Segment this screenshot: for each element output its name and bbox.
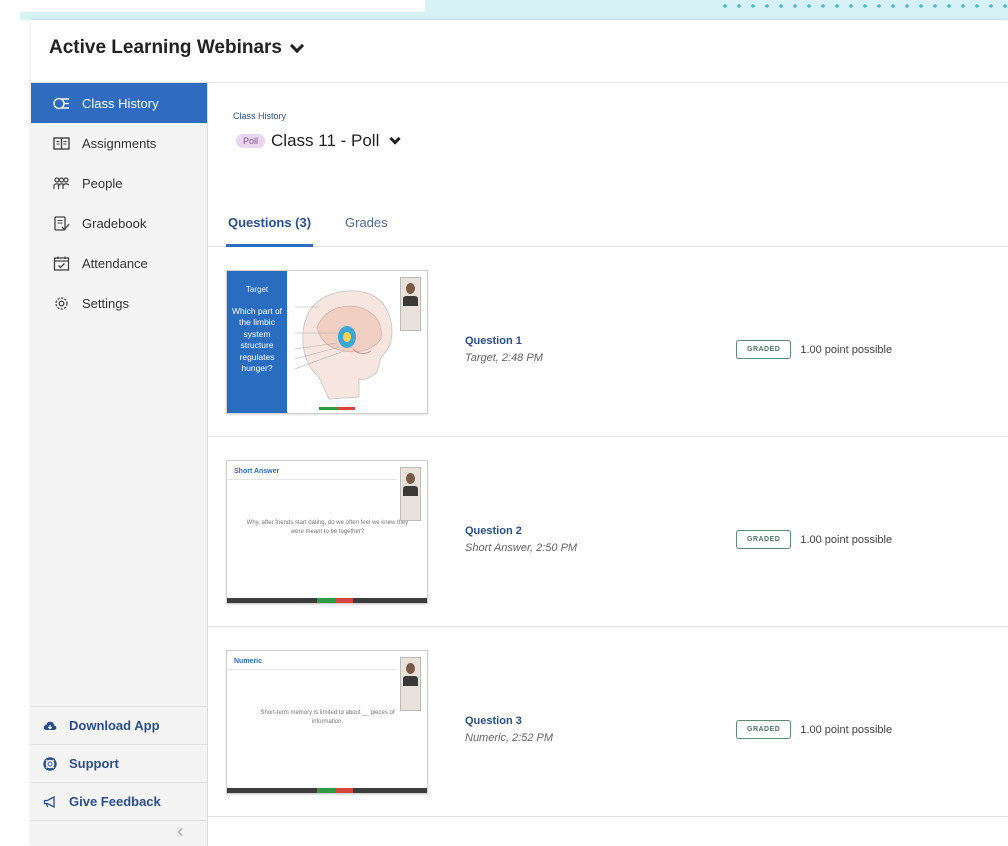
chevron-down-icon bbox=[389, 132, 402, 145]
megaphone-icon bbox=[43, 795, 55, 808]
tab-bar: Questions (3) Grades bbox=[208, 201, 1008, 247]
sidebar-item-label: Attendance bbox=[82, 255, 148, 271]
sidebar-item-label: Gradebook bbox=[82, 215, 147, 231]
presenter-video bbox=[400, 467, 421, 521]
chevron-down-icon bbox=[289, 38, 305, 53]
backdrop-tab bbox=[0, 0, 425, 12]
question-row[interactable]: Numeric Short-term memory is limited to … bbox=[208, 628, 1008, 817]
question-row[interactable]: Short Answer Why, after friends start da… bbox=[208, 438, 1008, 627]
thumbnail-divider bbox=[227, 669, 397, 670]
page-title: Class 11 - Poll bbox=[271, 131, 380, 150]
question-meta: Question 1 Target, 2:48 PM bbox=[465, 335, 543, 364]
thumbnail-prompt-panel: Target Which part of the limbic system s… bbox=[227, 271, 287, 413]
thumbnail-toolbar bbox=[227, 788, 427, 793]
question-title[interactable]: Question 1 bbox=[465, 335, 543, 347]
give-feedback-label: Give Feedback bbox=[69, 794, 161, 809]
presenter-video bbox=[400, 657, 421, 711]
grade-status: GRADED 1.00 point possible bbox=[736, 720, 892, 739]
class-selector[interactable]: Poll Class 11 - Poll bbox=[236, 131, 402, 151]
collapse-sidebar-button[interactable] bbox=[31, 820, 207, 846]
grade-status: GRADED 1.00 point possible bbox=[736, 530, 892, 549]
points-possible: 1.00 point possible bbox=[800, 723, 893, 736]
book-icon bbox=[53, 136, 70, 151]
sidebar-item-label: Settings bbox=[82, 295, 129, 311]
support-link[interactable]: Support bbox=[31, 744, 207, 782]
question-subtitle: Target, 2:48 PM bbox=[465, 352, 543, 364]
course-title: Active Learning Webinars bbox=[49, 37, 282, 58]
question-subtitle: Short Answer, 2:50 PM bbox=[465, 542, 578, 554]
course-selector[interactable]: Active Learning Webinars bbox=[49, 37, 305, 59]
points-possible: 1.00 point possible bbox=[800, 343, 893, 356]
sidebar-item-attendance[interactable]: Attendance bbox=[31, 243, 207, 283]
question-row[interactable]: Target Which part of the limbic system s… bbox=[208, 248, 1008, 437]
thumbnail-toolbar bbox=[227, 598, 427, 603]
chevron-left-icon bbox=[177, 827, 187, 837]
give-feedback-link[interactable]: Give Feedback bbox=[31, 782, 207, 820]
main-content: Class History Poll Class 11 - Poll Quest… bbox=[208, 83, 1008, 846]
people-icon bbox=[53, 176, 70, 191]
sidebar-item-label: People bbox=[82, 175, 123, 191]
thumbnail-question-text: Why, after friends start dating, do we o… bbox=[246, 520, 409, 535]
question-thumbnail[interactable]: Numeric Short-term memory is limited to … bbox=[226, 650, 428, 794]
sidebar-item-settings[interactable]: Settings bbox=[31, 283, 207, 323]
graded-badge: GRADED bbox=[736, 530, 792, 549]
question-meta: Question 2 Short Answer, 2:50 PM bbox=[465, 525, 577, 554]
thumbnail-question-text: Which part of the limbic system structur… bbox=[231, 305, 283, 374]
question-title[interactable]: Question 2 bbox=[465, 525, 577, 537]
presenter-video bbox=[400, 277, 421, 331]
brain-diagram-image bbox=[294, 290, 393, 410]
graded-badge: GRADED bbox=[736, 720, 792, 739]
tab-grades[interactable]: Grades bbox=[345, 215, 388, 247]
sidebar-footer: Download App Support Give Feedback bbox=[31, 706, 207, 846]
question-meta: Question 3 Numeric, 2:52 PM bbox=[465, 715, 553, 744]
sidebar-item-label: Assignments bbox=[82, 135, 157, 151]
sidebar-item-gradebook[interactable]: Gradebook bbox=[31, 203, 207, 243]
tab-questions[interactable]: Questions (3) bbox=[226, 215, 314, 247]
sidebar-item-people[interactable]: People bbox=[31, 163, 207, 203]
thumbnail-divider bbox=[227, 479, 397, 480]
thumbnail-question-text: Short-term memory is limited to about __… bbox=[260, 710, 395, 725]
top-bar: Active Learning Webinars bbox=[31, 20, 1008, 83]
sidebar-item-assignments[interactable]: Assignments bbox=[31, 123, 207, 163]
question-thumbnail[interactable]: Short Answer Why, after friends start da… bbox=[226, 460, 428, 604]
graded-badge: GRADED bbox=[736, 340, 792, 359]
question-thumbnail[interactable]: Target Which part of the limbic system s… bbox=[226, 270, 428, 414]
question-title[interactable]: Question 3 bbox=[465, 715, 553, 727]
thumbnail-type-label: Numeric bbox=[234, 658, 263, 665]
points-possible: 1.00 point possible bbox=[800, 533, 893, 546]
grade-status: GRADED 1.00 point possible bbox=[736, 340, 892, 359]
lifebuoy-icon bbox=[43, 756, 57, 771]
app-window: Active Learning Webinars Class History A… bbox=[31, 20, 1008, 846]
gear-icon bbox=[53, 296, 70, 311]
history-icon bbox=[53, 96, 70, 111]
sidebar: Class History Assignments People Gradebo… bbox=[31, 83, 208, 846]
gradebook-icon bbox=[53, 215, 70, 231]
download-app-label: Download App bbox=[69, 718, 160, 733]
download-app-link[interactable]: Download App bbox=[31, 706, 207, 744]
cloud-icon bbox=[43, 721, 57, 730]
decorative-dots bbox=[718, 3, 1008, 9]
sidebar-item-label: Class History bbox=[82, 95, 159, 111]
question-subtitle: Numeric, 2:52 PM bbox=[465, 732, 554, 744]
poll-chip: Poll bbox=[236, 134, 266, 148]
thumbnail-type-label: Target bbox=[245, 285, 269, 294]
sidebar-item-class-history[interactable]: Class History bbox=[31, 83, 207, 123]
thumbnail-type-label: Short Answer bbox=[234, 468, 280, 475]
backdrop-left bbox=[0, 0, 20, 846]
support-label: Support bbox=[69, 756, 119, 771]
breadcrumb[interactable]: Class History bbox=[233, 111, 286, 121]
calendar-icon bbox=[53, 256, 70, 271]
